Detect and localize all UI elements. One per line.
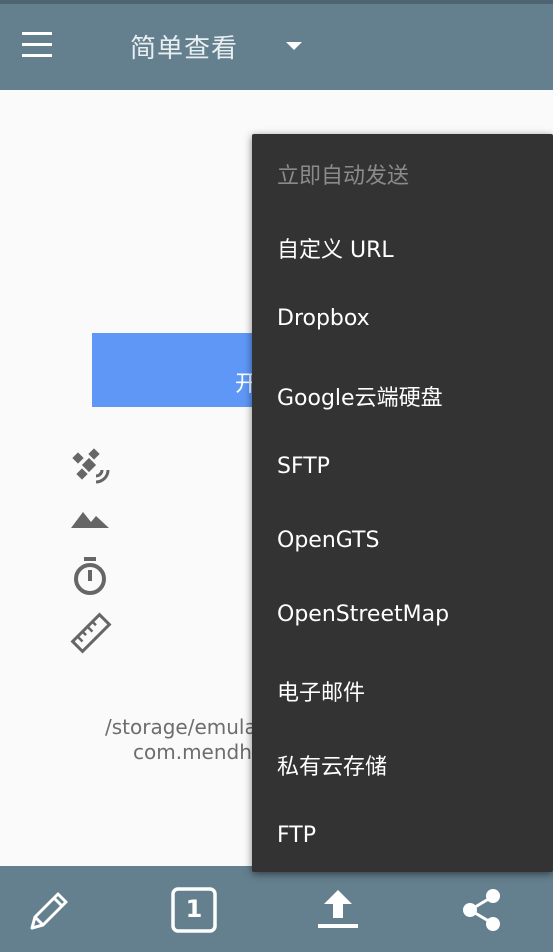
log-path-line-1: /storage/emula (105, 715, 257, 739)
menu-item-dropbox[interactable]: Dropbox (277, 306, 370, 346)
altitude-icon (70, 504, 110, 544)
menu-item-opengts[interactable]: OpenGTS (277, 528, 379, 568)
menu-item-ftp[interactable]: FTP (277, 823, 316, 863)
menu-item-google-drive[interactable]: Google云端硬盘 (277, 380, 443, 420)
menu-item-sftp[interactable]: SFTP (277, 454, 330, 494)
menu-item-openstreetmap[interactable]: OpenStreetMap (277, 602, 449, 642)
page-number-icon[interactable]: 1 (170, 886, 218, 934)
dropdown-arrow-icon[interactable] (286, 42, 302, 50)
menu-item-auto-send-now: 立即自动发送 (277, 164, 410, 189)
hamburger-menu-icon[interactable] (22, 32, 62, 62)
satellite-icon (70, 446, 110, 486)
menu-item-custom-url[interactable]: 自定义 URL (277, 232, 394, 272)
menu-item-email[interactable]: 电子邮件 (277, 675, 365, 715)
auto-send-popup-menu: 立即自动发送 自定义 URL Dropbox Google云端硬盘 SFTP O… (252, 134, 553, 872)
view-mode-title[interactable]: 简单查看 (130, 28, 238, 65)
pencil-icon[interactable] (26, 886, 74, 934)
upload-icon[interactable] (314, 886, 362, 934)
app-toolbar: 简单查看 (0, 4, 553, 90)
bottom-action-bar: 1 (0, 866, 553, 952)
page-number: 1 (185, 895, 203, 923)
share-icon[interactable] (458, 886, 506, 934)
menu-item-private-cloud[interactable]: 私有云存储 (277, 749, 387, 789)
stopwatch-icon (70, 556, 110, 596)
ruler-icon (70, 612, 112, 654)
log-path-line-2: com.mendha (133, 740, 265, 764)
